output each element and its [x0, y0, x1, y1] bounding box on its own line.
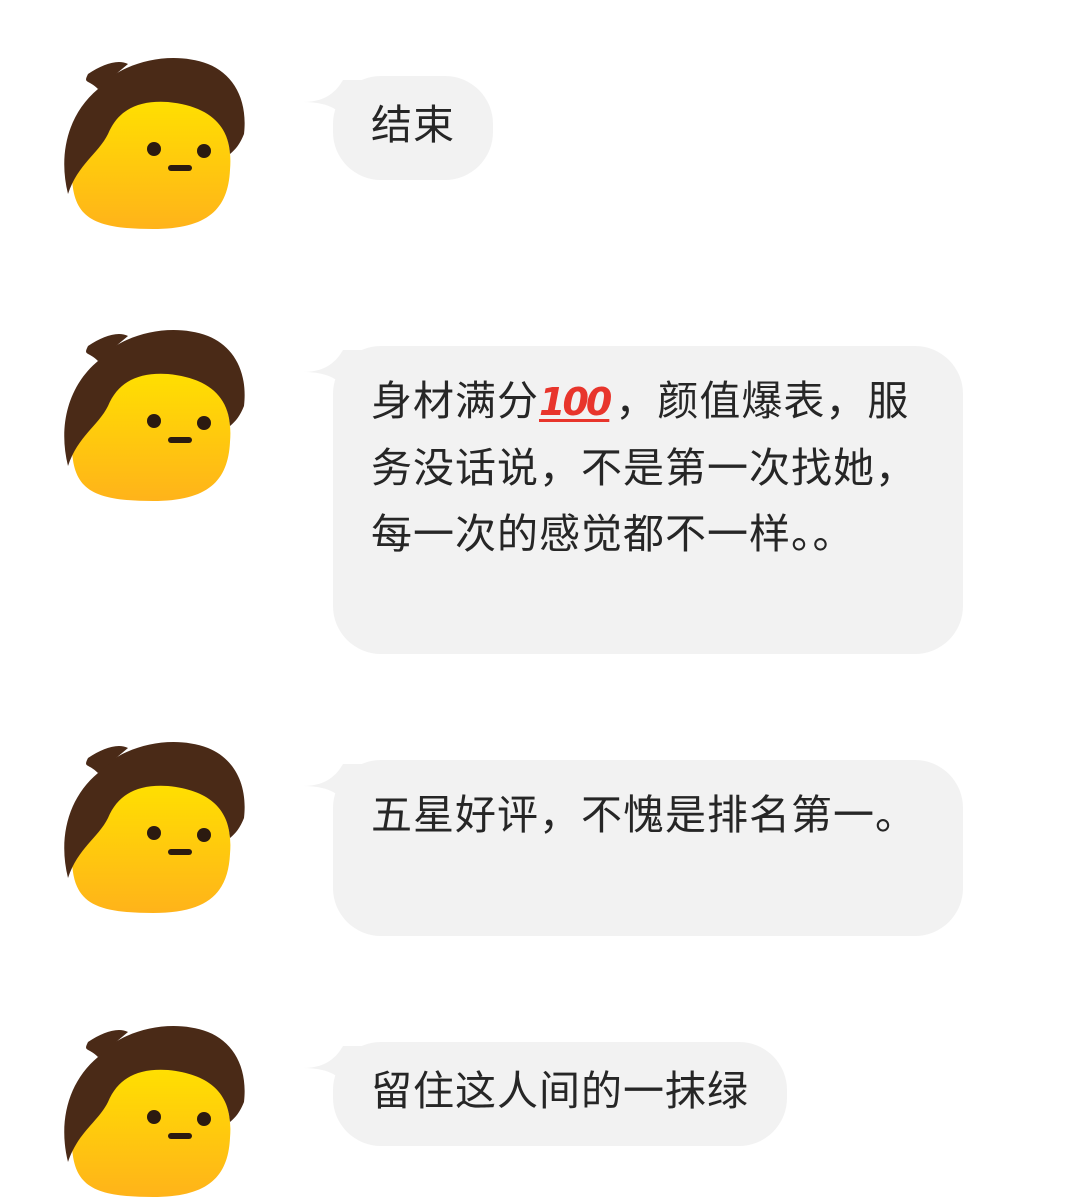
emoji-face-avatar-icon[interactable] — [58, 44, 248, 234]
hundred-points-icon: 100 — [539, 380, 612, 424]
message-bubble[interactable]: 五星好评，不愧是排名第一。 — [333, 760, 963, 936]
emoji-face-avatar-icon[interactable] — [58, 728, 248, 918]
emoji-face-avatar-icon[interactable] — [58, 316, 248, 506]
chat-thread: 结束 身材满分100 ，颜值爆表，服务没话说，不是第一次找她，每一次的感觉都不一… — [0, 0, 1079, 1197]
message-text: 身材满分 — [371, 377, 539, 425]
message-text: 结束 — [371, 101, 455, 149]
message-bubble[interactable]: 留住这人间的一抹绿 — [333, 1042, 787, 1146]
message-text: 留住这人间的一抹绿 — [371, 1067, 749, 1115]
message-text: 五星好评，不愧是排名第一。 — [371, 791, 917, 839]
message-bubble[interactable]: 结束 — [333, 76, 493, 180]
message-bubble[interactable]: 身材满分100 ，颜值爆表，服务没话说，不是第一次找她，每一次的感觉都不一样。。 — [333, 346, 963, 654]
emoji-face-avatar-icon[interactable] — [58, 1012, 248, 1202]
